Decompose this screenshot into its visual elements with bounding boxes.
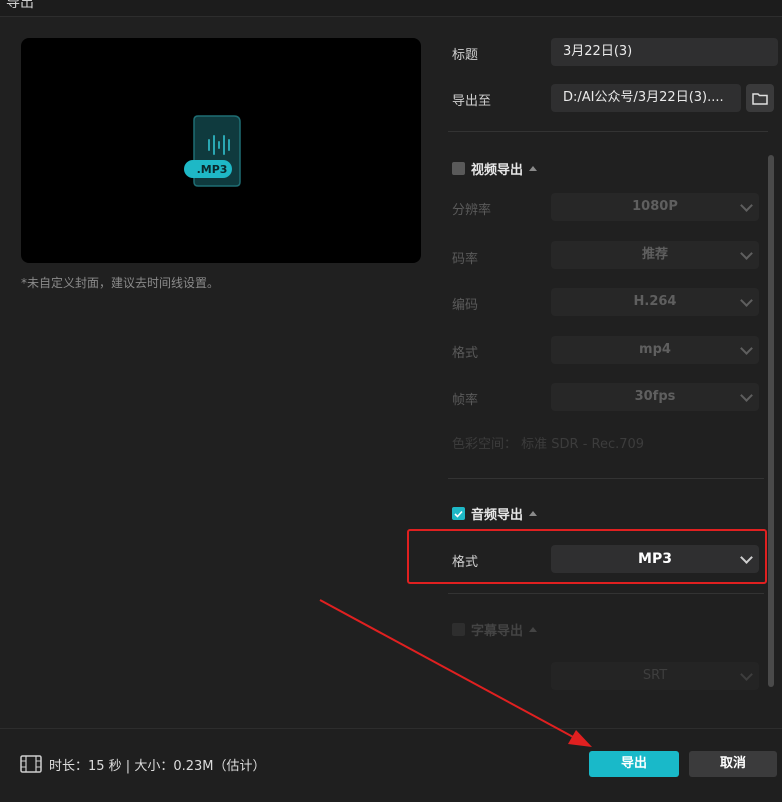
subtitle-export-label: 字幕导出 bbox=[471, 624, 524, 639]
checkmark-icon bbox=[454, 510, 463, 518]
duration-size-info: 时长：15 秒 | 大小：0.23M（估计） bbox=[49, 759, 266, 774]
framerate-value: 30fps bbox=[634, 389, 676, 404]
subtitle-format-select[interactable]: SRT bbox=[551, 662, 759, 690]
divider bbox=[448, 131, 768, 132]
subtitle-export-checkbox[interactable] bbox=[452, 623, 465, 636]
codec-label: 编码 bbox=[452, 298, 479, 313]
collapse-caret-icon[interactable] bbox=[529, 166, 538, 171]
audio-export-header[interactable]: 音频导出 bbox=[452, 504, 538, 523]
chevron-down-icon bbox=[740, 294, 753, 307]
resolution-select[interactable]: 1080P bbox=[551, 193, 759, 221]
export-to-label: 导出至 bbox=[452, 94, 492, 109]
resolution-value: 1080P bbox=[632, 199, 678, 214]
chevron-down-icon bbox=[740, 668, 753, 681]
codec-select[interactable]: H.264 bbox=[551, 288, 759, 316]
collapse-caret-icon[interactable] bbox=[529, 627, 538, 632]
export-button[interactable]: 导出 bbox=[589, 751, 679, 777]
cover-note: *未自定义封面，建议去时间线设置。 bbox=[21, 276, 220, 290]
divider bbox=[448, 593, 764, 594]
settings-scrollbar[interactable] bbox=[768, 155, 774, 687]
browse-folder-button[interactable] bbox=[746, 84, 774, 112]
file-type-badge: .MP3 bbox=[196, 163, 228, 176]
audio-export-checkbox[interactable] bbox=[452, 507, 465, 520]
audio-export-label: 音频导出 bbox=[471, 508, 524, 523]
collapse-caret-icon[interactable] bbox=[529, 511, 538, 516]
title-label: 标题 bbox=[452, 48, 479, 63]
subtitle-export-header[interactable]: 字幕导出 bbox=[452, 620, 538, 639]
film-icon bbox=[20, 755, 42, 773]
codec-value: H.264 bbox=[633, 294, 677, 309]
video-export-label: 视频导出 bbox=[471, 163, 524, 178]
divider bbox=[448, 478, 764, 479]
window-title: 导出 bbox=[6, 0, 34, 11]
chevron-down-icon bbox=[740, 342, 753, 355]
folder-icon bbox=[752, 92, 768, 105]
bitrate-label: 码率 bbox=[452, 252, 479, 267]
cover-preview: .MP3 bbox=[21, 38, 421, 263]
resolution-label: 分辨率 bbox=[452, 203, 492, 218]
framerate-select[interactable]: 30fps bbox=[551, 383, 759, 411]
cancel-button[interactable]: 取消 bbox=[689, 751, 777, 777]
audio-file-icon bbox=[184, 115, 241, 187]
title-input[interactable]: 3月22日(3) bbox=[551, 38, 778, 66]
framerate-label: 帧率 bbox=[452, 393, 479, 408]
title-bar: 导出 bbox=[0, 0, 782, 17]
bitrate-select[interactable]: 推荐 bbox=[551, 241, 759, 269]
export-path-input[interactable]: D:/AI公众号/3月22日(3).... bbox=[551, 84, 741, 112]
chevron-down-icon bbox=[740, 199, 753, 212]
video-format-value: mp4 bbox=[639, 342, 671, 357]
chevron-down-icon bbox=[740, 247, 753, 260]
subtitle-format-value: SRT bbox=[642, 668, 668, 683]
video-format-select[interactable]: mp4 bbox=[551, 336, 759, 364]
video-format-label: 格式 bbox=[452, 346, 479, 361]
color-space-label: 色彩空间： 标准 SDR - Rec.709 bbox=[452, 437, 645, 452]
video-export-header[interactable]: 视频导出 bbox=[452, 159, 538, 178]
chevron-down-icon bbox=[740, 389, 753, 402]
video-export-checkbox[interactable] bbox=[452, 162, 465, 175]
bitrate-value: 推荐 bbox=[641, 247, 668, 262]
annotation-highlight-box bbox=[407, 529, 767, 584]
